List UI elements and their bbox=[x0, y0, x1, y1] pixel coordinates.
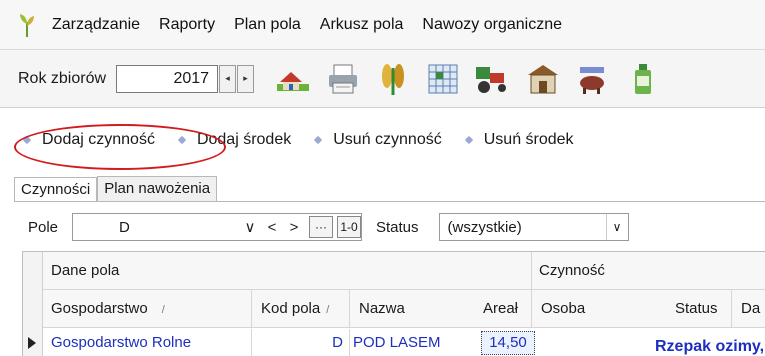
column-separator bbox=[349, 329, 350, 356]
barn-icon[interactable] bbox=[524, 60, 562, 98]
harvest-year-label: Rok zbiorów bbox=[18, 69, 107, 87]
tab-divider bbox=[14, 201, 765, 202]
column-header-farm[interactable]: Gospodarstwo / bbox=[43, 290, 241, 328]
tractor-icon[interactable] bbox=[474, 60, 512, 98]
previous-field-button[interactable]: < bbox=[261, 219, 283, 236]
group-activity: Czynność bbox=[539, 262, 605, 279]
printer-icon[interactable] bbox=[324, 60, 362, 98]
delete-agent-label: Usuń środek bbox=[483, 131, 574, 148]
table-row[interactable]: Gospodarstwo Rolne D POD LASEM 14,50 Rze… bbox=[43, 329, 765, 356]
add-agent-label: Dodaj środek bbox=[196, 131, 292, 148]
bullet-icon bbox=[177, 135, 187, 145]
wheat-sprout-icon bbox=[16, 10, 38, 40]
tab-strip: Czynności Plan nawożenia bbox=[14, 173, 218, 202]
activities-grid: Dane pola Czynność Gospodarstwo / Kod pol… bbox=[22, 251, 765, 356]
tab-plan-nawozenia[interactable]: Plan nawożenia bbox=[97, 176, 218, 201]
sort-indicator-icon: / bbox=[326, 304, 330, 316]
menu-item-nawozy-organiczne[interactable]: Nawozy organiczne bbox=[422, 16, 562, 34]
toolbar: Rok zbiorów 2017 ◂ ▸ bbox=[0, 50, 765, 108]
status-select-value: (wszystkie) bbox=[447, 218, 522, 236]
column-separator bbox=[531, 290, 532, 328]
column-header-field-code[interactable]: Kod pola / bbox=[253, 290, 349, 328]
menu-item-raporty[interactable]: Raporty bbox=[159, 16, 215, 34]
year-increment-button[interactable]: ▸ bbox=[237, 64, 255, 93]
chevron-down-icon[interactable]: ∨ bbox=[239, 218, 261, 236]
farm-house-icon[interactable] bbox=[274, 60, 312, 98]
column-separator bbox=[251, 329, 252, 356]
status-filter-label: Status bbox=[376, 218, 419, 236]
menu-bar: Zarządzanie Raporty Plan pola Arkusz pol… bbox=[0, 0, 765, 50]
column-separator bbox=[731, 290, 732, 328]
tab-czynnosci[interactable]: Czynności bbox=[14, 177, 98, 202]
delete-activity-label: Usuń czynność bbox=[333, 131, 442, 148]
menu-item-arkusz-pola[interactable]: Arkusz pola bbox=[320, 16, 404, 34]
column-separator bbox=[531, 252, 532, 290]
bullet-icon bbox=[22, 135, 32, 145]
grain-ears-icon[interactable] bbox=[374, 60, 412, 98]
bottle-icon[interactable] bbox=[624, 60, 662, 98]
cell-area[interactable]: 14,50 bbox=[481, 331, 535, 355]
status-select[interactable]: (wszystkie) ∨ bbox=[438, 213, 629, 241]
menu-item-plan-pola[interactable]: Plan pola bbox=[234, 16, 301, 34]
add-activity-label: Dodaj czynność bbox=[42, 131, 155, 148]
column-header-field-code-label: Kod pola bbox=[261, 300, 321, 317]
current-row-indicator-icon bbox=[28, 337, 36, 349]
cell-field-code[interactable]: D bbox=[323, 329, 343, 356]
field-filter-label: Pole bbox=[28, 218, 59, 236]
next-field-button[interactable]: > bbox=[283, 219, 305, 236]
column-header-person[interactable]: Osoba bbox=[533, 290, 603, 328]
cell-name[interactable]: POD LASEM bbox=[353, 329, 473, 356]
column-header-name[interactable]: Nazwa bbox=[351, 290, 451, 328]
filter-row: Pole D ∨ < > ··· 1-0 Status (wszystkie) … bbox=[14, 209, 765, 245]
add-agent-button[interactable]: Dodaj środek bbox=[177, 131, 292, 149]
column-header-area[interactable]: Areał bbox=[475, 290, 531, 328]
action-bar: Dodaj czynność Dodaj środek Usuń czynnoś… bbox=[0, 115, 765, 165]
column-header-farm-label: Gospodarstwo bbox=[51, 300, 148, 317]
column-header-status[interactable]: Status bbox=[667, 290, 727, 328]
cell-activity-crop[interactable]: Rzepak ozimy, bbox=[655, 333, 765, 356]
menu-item-zarzadzanie[interactable]: Zarządzanie bbox=[52, 16, 140, 34]
field-select-value: D bbox=[119, 218, 130, 236]
bullet-icon bbox=[313, 135, 323, 145]
delete-agent-button[interactable]: Usuń środek bbox=[464, 131, 574, 149]
bullet-icon bbox=[464, 135, 473, 145]
toolbar-icon-group bbox=[274, 60, 674, 98]
group-field-data: Dane pola bbox=[51, 262, 120, 279]
year-decrement-button[interactable]: ◂ bbox=[219, 64, 237, 93]
column-separator bbox=[251, 290, 252, 328]
cell-farm[interactable]: Gospodarstwo Rolne bbox=[51, 329, 247, 356]
chevron-down-icon[interactable]: ∨ bbox=[605, 214, 628, 240]
column-separator bbox=[349, 290, 350, 328]
sort-indicator-icon: / bbox=[161, 304, 165, 316]
field-select[interactable]: D ∨ < > ··· 1-0 bbox=[72, 213, 362, 241]
grid-column-header: Gospodarstwo / Kod pola / Nazwa Areał Osob… bbox=[43, 290, 765, 328]
more-options-button[interactable]: ··· bbox=[309, 216, 333, 238]
column-header-date[interactable]: Da bbox=[733, 290, 765, 328]
field-grid-icon[interactable] bbox=[424, 60, 462, 98]
delete-activity-button[interactable]: Usuń czynność bbox=[313, 131, 442, 149]
grid-group-header: Dane pola Czynność bbox=[43, 252, 765, 290]
add-activity-button[interactable]: Dodaj czynność bbox=[22, 131, 155, 149]
harvest-year-input[interactable]: 2017 bbox=[116, 64, 219, 93]
toggle-counter-button[interactable]: 1-0 bbox=[337, 216, 361, 238]
livestock-icon[interactable] bbox=[574, 60, 612, 98]
